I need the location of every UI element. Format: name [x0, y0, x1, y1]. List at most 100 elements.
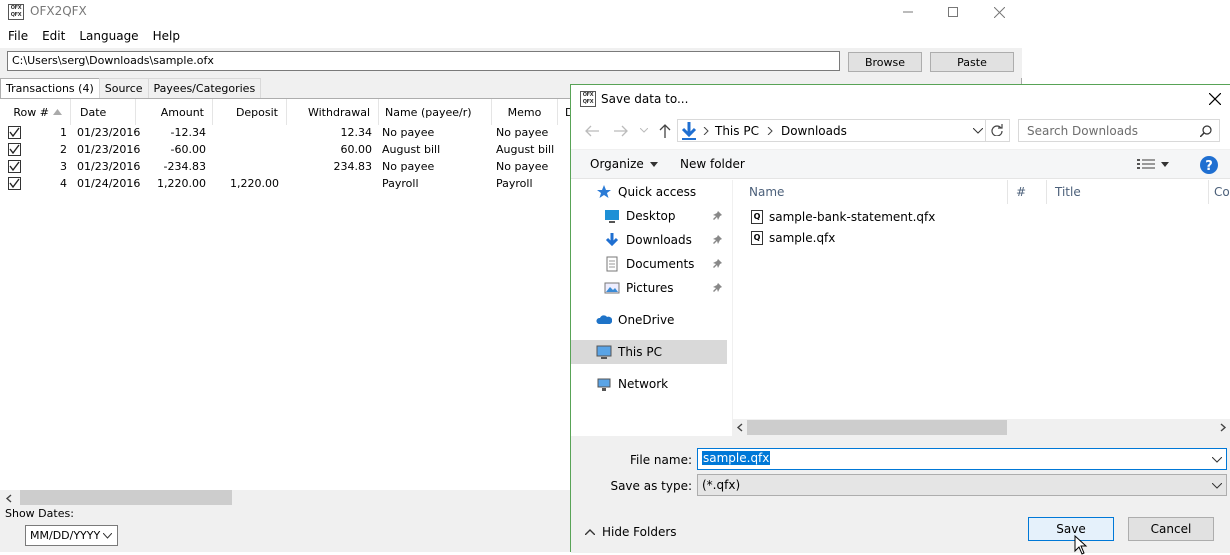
menu-file[interactable]: File: [2, 29, 34, 43]
refresh-icon: [991, 124, 1003, 136]
cell-date: 01/24/2016: [77, 177, 141, 190]
view-options-button[interactable]: [1137, 158, 1169, 170]
nav-item-this-pc[interactable]: This PC: [571, 340, 727, 364]
navigation-pane: Quick access Desktop Downloads Documents Pic…: [571, 180, 731, 433]
cell-name: No payee: [382, 160, 435, 173]
nav-item-network[interactable]: Network: [571, 372, 727, 396]
cell-row: 1: [60, 126, 67, 139]
cell-date: 01/23/2016: [77, 160, 141, 173]
pictures-icon: [604, 282, 620, 294]
save-type-select[interactable]: (*.qfx): [697, 474, 1227, 496]
column-contributing[interactable]: Co: [1209, 180, 1230, 204]
column-header-row[interactable]: Row #: [0, 99, 71, 125]
close-button[interactable]: [976, 0, 1022, 24]
table-row[interactable]: 1 01/23/2016 -12.34 12.34 No payee No payee: [0, 125, 570, 142]
scroll-right-icon[interactable]: [1219, 419, 1227, 436]
cell-date: 01/23/2016: [77, 143, 141, 156]
pin-icon: [713, 211, 722, 220]
nav-item-downloads[interactable]: Downloads: [571, 228, 727, 252]
table-row[interactable]: 3 01/23/2016 -234.83 234.83 No payee No payee: [0, 159, 570, 176]
column-header-memo[interactable]: Memo: [492, 99, 558, 125]
menu-help[interactable]: Help: [147, 29, 186, 43]
tab-source[interactable]: Source: [98, 78, 149, 98]
nav-item-onedrive[interactable]: OneDrive: [571, 308, 727, 332]
organize-button[interactable]: Organize: [590, 157, 658, 171]
cell-amount: -12.34: [170, 126, 206, 139]
cell-withdrawal: 12.34: [340, 126, 373, 139]
new-folder-button[interactable]: New folder: [680, 157, 745, 171]
scroll-left-icon[interactable]: [736, 419, 744, 436]
file-name-input[interactable]: sample.qfx: [697, 448, 1227, 470]
dialog-close-button[interactable]: [1200, 85, 1230, 113]
cancel-button[interactable]: Cancel: [1128, 517, 1214, 541]
nav-item-documents[interactable]: Documents: [571, 252, 727, 276]
chevron-down-icon[interactable]: [1212, 457, 1222, 463]
column-number[interactable]: #: [1008, 180, 1047, 204]
source-path-input[interactable]: C:\Users\serg\Downloads\sample.ofx: [7, 51, 840, 71]
menu-edit[interactable]: Edit: [36, 29, 71, 43]
column-header-d[interactable]: D: [558, 99, 570, 125]
forward-arrow-icon[interactable]: [614, 125, 628, 137]
row-checkbox[interactable]: [8, 160, 21, 173]
scroll-left-icon[interactable]: [4, 490, 14, 507]
row-checkbox[interactable]: [8, 126, 21, 139]
hide-folders-label: Hide Folders: [602, 525, 677, 539]
column-header-amount[interactable]: Amount: [136, 99, 213, 125]
title-bar: OFX QFX OFX2QFX: [0, 0, 1022, 24]
address-dropdown-icon[interactable]: [973, 128, 983, 135]
browse-button[interactable]: Browse: [848, 52, 922, 72]
table-row[interactable]: 4 01/24/2016 1,220.00 1,220.00 Payroll Payrol…: [0, 176, 570, 193]
grid-scroll-thumb[interactable]: [20, 490, 232, 505]
column-header-deposit[interactable]: Deposit: [213, 99, 287, 125]
maximize-button[interactable]: [930, 0, 976, 24]
search-placeholder: Search Downloads: [1027, 124, 1138, 138]
table-row[interactable]: 2 01/23/2016 -60.00 60.00 August bill August …: [0, 142, 570, 159]
minimize-button[interactable]: [885, 0, 931, 24]
paste-button[interactable]: Paste: [930, 52, 1014, 72]
up-arrow-icon[interactable]: [659, 124, 671, 138]
breadcrumb-downloads[interactable]: Downloads: [781, 124, 847, 138]
grid-horizontal-scrollbar[interactable]: [0, 490, 570, 507]
file-item[interactable]: Q sample.qfx: [751, 228, 835, 248]
column-row-label: Row #: [13, 105, 49, 119]
file-list-scroll-thumb[interactable]: [747, 420, 1007, 435]
recent-locations-chevron-icon[interactable]: [640, 128, 648, 134]
close-icon: [1209, 93, 1221, 105]
check-icon: [9, 178, 20, 189]
cell-amount: -234.83: [163, 160, 206, 173]
nav-item-pictures[interactable]: Pictures: [571, 276, 727, 300]
column-header-name[interactable]: Name (payee/r): [379, 99, 492, 125]
chevron-down-icon: [1161, 161, 1169, 167]
column-header-date[interactable]: Date: [71, 99, 136, 125]
hide-folders-button[interactable]: Hide Folders: [585, 525, 677, 539]
row-checkbox[interactable]: [8, 143, 21, 156]
check-icon: [9, 161, 20, 172]
refresh-button[interactable]: [985, 119, 1007, 142]
nav-item-quick-access[interactable]: Quick access: [571, 180, 727, 204]
tab-transactions[interactable]: Transactions (4): [0, 78, 100, 99]
menu-language[interactable]: Language: [73, 29, 144, 43]
back-arrow-icon[interactable]: [585, 125, 599, 137]
address-bar[interactable]: This PC Downloads: [677, 119, 1010, 142]
date-format-select[interactable]: MM/DD/YYYY: [25, 525, 118, 546]
save-button[interactable]: Save: [1028, 517, 1114, 541]
row-checkbox[interactable]: [8, 177, 21, 190]
breadcrumb-this-pc[interactable]: This PC: [715, 124, 759, 138]
file-list: Name # Title Co Q sample-bank-statement.…: [732, 180, 1230, 433]
cell-memo: Payroll: [496, 177, 533, 190]
help-icon[interactable]: ?: [1200, 156, 1218, 174]
window-title: OFX2QFX: [30, 4, 87, 18]
column-header-withdrawal[interactable]: Withdrawal: [287, 99, 379, 125]
search-input[interactable]: Search Downloads: [1018, 119, 1220, 142]
column-name[interactable]: Name: [733, 180, 1008, 204]
nav-item-desktop[interactable]: Desktop: [571, 204, 727, 228]
qfx-file-icon: Q: [751, 231, 763, 245]
file-item[interactable]: Q sample-bank-statement.qfx: [751, 207, 935, 227]
tab-payees-categories[interactable]: Payees/Categories: [147, 78, 262, 98]
column-title[interactable]: Title: [1047, 180, 1209, 204]
cell-row: 2: [60, 143, 67, 156]
file-list-horizontal-scrollbar[interactable]: [732, 419, 1230, 436]
file-name: sample.qfx: [769, 231, 836, 245]
cell-name: August bill: [382, 143, 441, 156]
file-name: sample-bank-statement.qfx: [769, 210, 936, 224]
